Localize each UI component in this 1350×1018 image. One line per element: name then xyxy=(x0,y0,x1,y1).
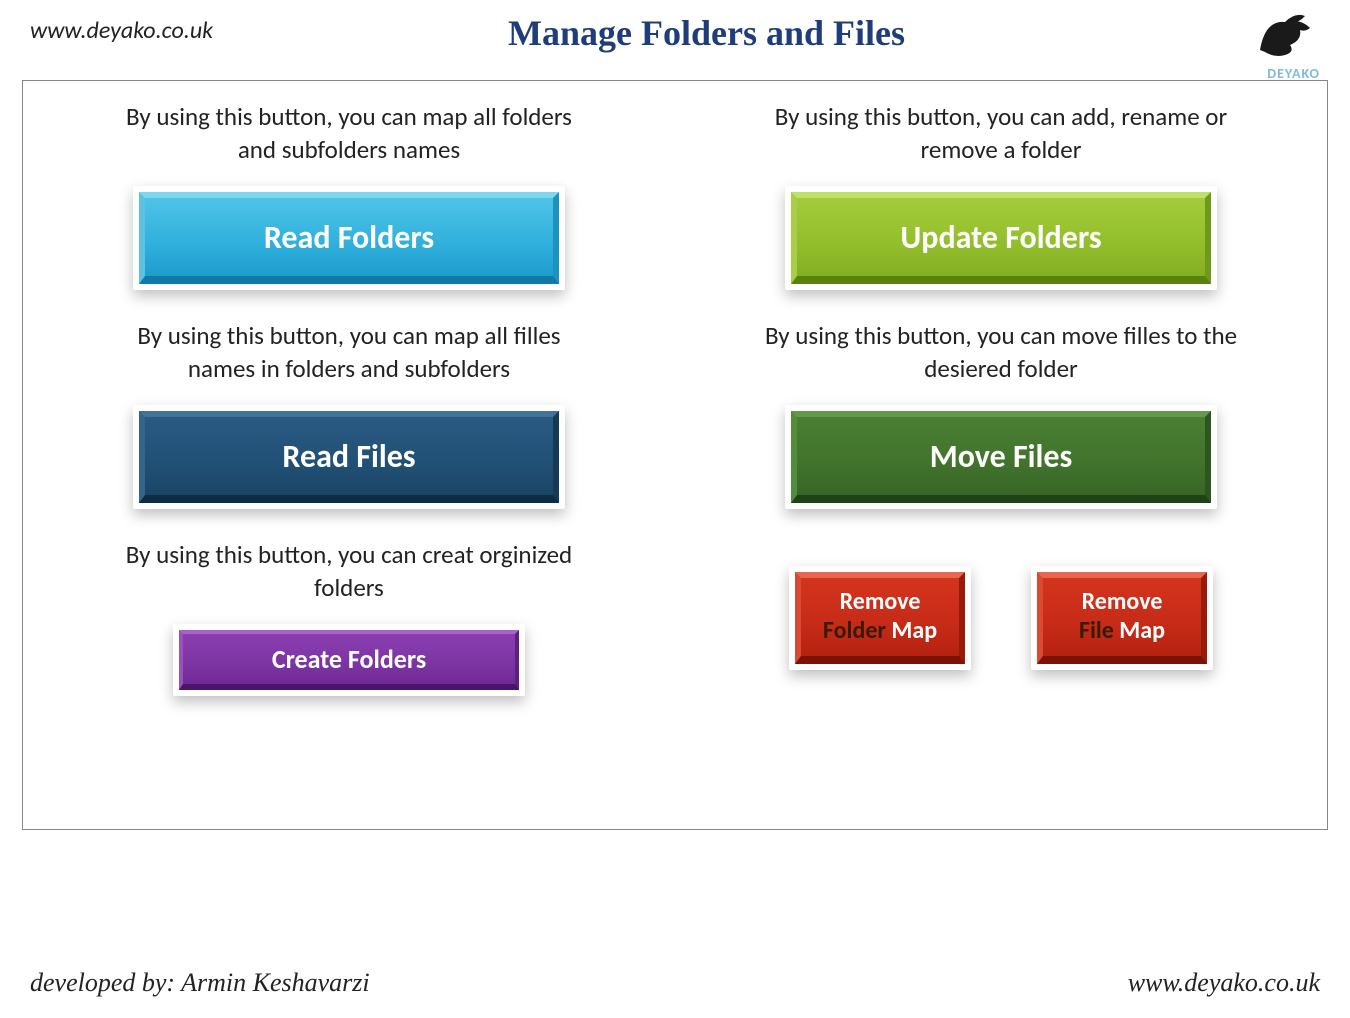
btn-wrap-create-folders: Create Folders xyxy=(173,624,525,696)
main-panel: By using this button, you can map all fo… xyxy=(22,80,1328,830)
btn-wrap-remove-file-map: Remove File Map xyxy=(1031,566,1213,670)
desc-move-files: By using this button, you can move fille… xyxy=(761,320,1241,385)
desc-update-folders: By using this button, you can add, renam… xyxy=(761,101,1241,166)
footer-url: www.deyako.co.uk xyxy=(1128,968,1320,998)
desc-read-folders: By using this button, you can map all fo… xyxy=(109,101,589,166)
btn-wrap-read-folders: Read Folders xyxy=(133,186,565,290)
create-folders-button[interactable]: Create Folders xyxy=(179,630,519,690)
remove-folder-map-button[interactable]: Remove Folder Map xyxy=(795,572,965,664)
btn-wrap-read-files: Read Files xyxy=(133,405,565,509)
btn-wrap-update-folders: Update Folders xyxy=(785,186,1217,290)
desc-read-files: By using this button, you can map all fi… xyxy=(109,320,589,385)
remove-file-map-button[interactable]: Remove File Map xyxy=(1037,572,1207,664)
move-files-button[interactable]: Move Files xyxy=(791,411,1211,503)
cell-remove-maps: Remove Folder Map Remove File Map xyxy=(715,539,1287,696)
logo: DEYAKO xyxy=(1200,10,1320,82)
remove-file-map-line1: Remove xyxy=(1082,588,1163,617)
cell-update-folders: By using this button, you can add, renam… xyxy=(715,101,1287,290)
remove-folder-map-line1: Remove xyxy=(840,588,921,617)
remove-file-map-line2: File Map xyxy=(1079,617,1165,646)
remove-file-map-rest: Map xyxy=(1114,616,1165,645)
header-url: www.deyako.co.uk xyxy=(30,10,213,45)
cell-move-files: By using this button, you can move fille… xyxy=(715,320,1287,509)
footer: developed by: Armin Keshavarzi www.deyak… xyxy=(0,968,1350,998)
btn-wrap-move-files: Move Files xyxy=(785,405,1217,509)
btn-wrap-remove-folder-map: Remove Folder Map xyxy=(789,566,971,670)
read-folders-button[interactable]: Read Folders xyxy=(139,192,559,284)
update-folders-button[interactable]: Update Folders xyxy=(791,192,1211,284)
remove-folder-map-line2: Folder Map xyxy=(823,617,937,646)
page-title: Manage Folders and Files xyxy=(213,10,1200,54)
remove-folder-map-dark: Folder xyxy=(823,616,886,645)
footer-developed-by: developed by: Armin Keshavarzi xyxy=(30,968,370,998)
cell-create-folders: By using this button, you can creat orgi… xyxy=(63,539,635,696)
desc-create-folders: By using this button, you can creat orgi… xyxy=(109,539,589,604)
cell-read-folders: By using this button, you can map all fo… xyxy=(63,101,635,290)
cell-read-files: By using this button, you can map all fi… xyxy=(63,320,635,509)
logo-pegasus-icon xyxy=(1250,10,1320,60)
read-files-button[interactable]: Read Files xyxy=(139,411,559,503)
remove-folder-map-rest: Map xyxy=(886,616,937,645)
remove-file-map-dark: File xyxy=(1079,616,1114,645)
logo-text: DEYAKO xyxy=(1200,65,1320,82)
